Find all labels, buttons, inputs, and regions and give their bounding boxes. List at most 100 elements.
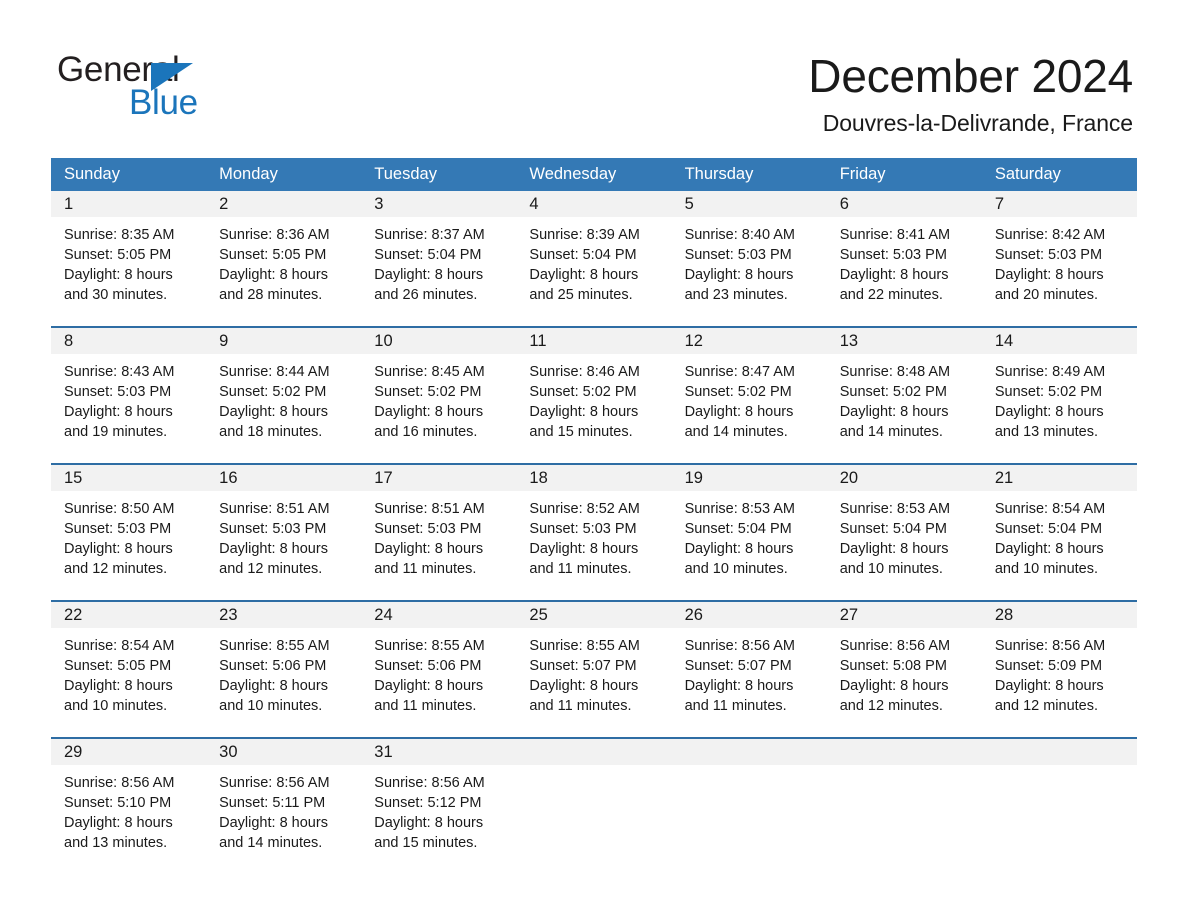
- sunset-text: Sunset: 5:02 PM: [374, 384, 482, 400]
- calendar-day-cell[interactable]: 19 Sunrise: 8:53 AM Sunset: 5:04 PM Dayligh…: [671, 465, 827, 580]
- calendar-grid: Sunday Monday Tuesday Wednesday Thursday Frid…: [51, 158, 1137, 854]
- daylight-text-line2: and 16 minutes.: [374, 424, 478, 440]
- daylight-text-line2: and 10 minutes.: [64, 698, 168, 714]
- day-details: Sunrise: 8:53 AM Sunset: 5:04 PM Daylight:…: [827, 491, 982, 580]
- calendar-day-cell[interactable]: 31 Sunrise: 8:56 AM Sunset: 5:12 PM Dayligh…: [361, 739, 517, 854]
- daylight-text-line1: Daylight: 8 hours: [219, 267, 328, 283]
- calendar-day-cell[interactable]: 1 Sunrise: 8:35 AM Sunset: 5:05 PM Daylight…: [51, 191, 207, 306]
- calendar-day-cell[interactable]: 4 Sunrise: 8:39 AM Sunset: 5:04 PM Daylight…: [516, 191, 672, 306]
- calendar-week-row: 22 Sunrise: 8:54 AM Sunset: 5:05 PM Dayligh…: [51, 600, 1137, 717]
- calendar-day-cell[interactable]: 6 Sunrise: 8:41 AM Sunset: 5:03 PM Daylight…: [826, 191, 982, 306]
- sunset-text: Sunset: 5:07 PM: [684, 658, 792, 674]
- sunrise-text: Sunrise: 8:44 AM: [219, 364, 330, 380]
- calendar-day-cell[interactable]: 5 Sunrise: 8:40 AM Sunset: 5:03 PM Daylight…: [671, 191, 827, 306]
- logo-text-blue: Blue: [129, 83, 198, 122]
- daylight-text-line2: and 26 minutes.: [374, 287, 478, 303]
- calendar-day-cell[interactable]: 29 Sunrise: 8:56 AM Sunset: 5:10 PM Dayligh…: [51, 739, 207, 854]
- day-details: Sunrise: 8:40 AM Sunset: 5:03 PM Daylight:…: [672, 217, 827, 306]
- day-of-week-header-row: Sunday Monday Tuesday Wednesday Thursday Frid…: [51, 158, 1137, 191]
- calendar-day-cell[interactable]: 21 Sunrise: 8:54 AM Sunset: 5:04 PM Dayligh…: [981, 465, 1137, 580]
- calendar-day-cell[interactable]: 9 Sunrise: 8:44 AM Sunset: 5:02 PM Daylight…: [206, 328, 362, 443]
- daylight-text-line2: and 11 minutes.: [374, 698, 477, 714]
- calendar-day-cell[interactable]: 10 Sunrise: 8:45 AM Sunset: 5:02 PM Dayligh…: [361, 328, 517, 443]
- calendar-day-cell[interactable]: 2 Sunrise: 8:36 AM Sunset: 5:05 PM Daylight…: [206, 191, 362, 306]
- daylight-text-line1: Daylight: 8 hours: [374, 541, 484, 557]
- day-details: Sunrise: 8:56 AM Sunset: 5:08 PM Daylight:…: [827, 628, 982, 717]
- daylight-text-line1: Daylight: 8 hours: [219, 678, 328, 694]
- calendar-day-cell[interactable]: 17 Sunrise: 8:51 AM Sunset: 5:03 PM Dayligh…: [361, 465, 517, 580]
- sunrise-text: Sunrise: 8:35 AM: [64, 227, 175, 243]
- calendar-day-cell[interactable]: 30 Sunrise: 8:56 AM Sunset: 5:11 PM Dayligh…: [206, 739, 362, 854]
- day-number: 3: [361, 191, 517, 217]
- day-details: Sunrise: 8:53 AM Sunset: 5:04 PM Daylight:…: [672, 491, 827, 580]
- sunrise-text: Sunrise: 8:53 AM: [684, 501, 795, 517]
- day-number: 14: [981, 328, 1137, 354]
- sunset-text: Sunset: 5:04 PM: [529, 247, 637, 263]
- daylight-text-line1: Daylight: 8 hours: [994, 404, 1104, 420]
- calendar-day-cell[interactable]: 24 Sunrise: 8:55 AM Sunset: 5:06 PM Dayligh…: [361, 602, 517, 717]
- daylight-text-line2: and 13 minutes.: [994, 424, 1099, 440]
- calendar-day-cell[interactable]: 13 Sunrise: 8:48 AM Sunset: 5:02 PM Dayligh…: [826, 328, 982, 443]
- sunrise-text: Sunrise: 8:50 AM: [64, 501, 175, 517]
- sunrise-text: Sunrise: 8:55 AM: [219, 638, 330, 654]
- day-number: 7: [981, 191, 1137, 217]
- day-number: 30: [206, 739, 362, 765]
- calendar-week-row: 1 Sunrise: 8:35 AM Sunset: 5:05 PM Daylight…: [51, 191, 1137, 306]
- day-of-week-header: Thursday: [684, 165, 754, 183]
- calendar-day-cell[interactable]: 3 Sunrise: 8:37 AM Sunset: 5:04 PM Daylight…: [361, 191, 517, 306]
- calendar-day-cell[interactable]: 25 Sunrise: 8:55 AM Sunset: 5:07 PM Dayligh…: [516, 602, 672, 717]
- day-of-week-header: Friday: [839, 165, 886, 183]
- sunrise-text: Sunrise: 8:45 AM: [374, 364, 485, 380]
- calendar-day-cell[interactable]: 7 Sunrise: 8:42 AM Sunset: 5:03 PM Daylight…: [981, 191, 1137, 306]
- calendar-day-cell[interactable]: 14 Sunrise: 8:49 AM Sunset: 5:02 PM Dayligh…: [981, 328, 1137, 443]
- day-details: [672, 765, 827, 854]
- week-spacer: [51, 580, 1137, 600]
- calendar-day-cell[interactable]: 18 Sunrise: 8:52 AM Sunset: 5:03 PM Dayligh…: [516, 465, 672, 580]
- day-details: Sunrise: 8:48 AM Sunset: 5:02 PM Daylight:…: [827, 354, 982, 443]
- day-details: Sunrise: 8:51 AM Sunset: 5:03 PM Daylight:…: [206, 491, 361, 580]
- daylight-text-line2: and 19 minutes.: [64, 424, 168, 440]
- sunrise-text: Sunrise: 8:37 AM: [374, 227, 485, 243]
- daylight-text-line1: Daylight: 8 hours: [374, 678, 484, 694]
- daylight-text-line2: and 30 minutes.: [64, 287, 168, 303]
- sunset-text: Sunset: 5:06 PM: [219, 658, 327, 674]
- calendar-day-cell[interactable]: 12 Sunrise: 8:47 AM Sunset: 5:02 PM Dayligh…: [671, 328, 827, 443]
- daylight-text-line1: Daylight: 8 hours: [839, 267, 949, 283]
- sunrise-text: Sunrise: 8:47 AM: [684, 364, 795, 380]
- sunrise-text: Sunrise: 8:54 AM: [994, 501, 1106, 517]
- calendar-day-cell[interactable]: 28 Sunrise: 8:56 AM Sunset: 5:09 PM Dayligh…: [981, 602, 1137, 717]
- sunset-text: Sunset: 5:05 PM: [219, 247, 327, 263]
- daylight-text-line1: Daylight: 8 hours: [684, 678, 794, 694]
- calendar-day-cell[interactable]: 20 Sunrise: 8:53 AM Sunset: 5:04 PM Dayligh…: [826, 465, 982, 580]
- calendar-day-cell-empty: [826, 739, 982, 854]
- week-spacer: [51, 443, 1137, 463]
- calendar-day-cell[interactable]: 8 Sunrise: 8:43 AM Sunset: 5:03 PM Daylight…: [51, 328, 207, 443]
- day-of-week-header: Monday: [219, 165, 278, 183]
- day-details: Sunrise: 8:44 AM Sunset: 5:02 PM Daylight:…: [206, 354, 361, 443]
- day-details: Sunrise: 8:54 AM Sunset: 5:04 PM Daylight:…: [982, 491, 1137, 580]
- daylight-text-line2: and 10 minutes.: [994, 561, 1099, 577]
- sunset-text: Sunset: 5:03 PM: [64, 521, 172, 537]
- sunset-text: Sunset: 5:07 PM: [529, 658, 637, 674]
- calendar-day-cell[interactable]: 27 Sunrise: 8:56 AM Sunset: 5:08 PM Dayligh…: [826, 602, 982, 717]
- calendar-weeks: 1 Sunrise: 8:35 AM Sunset: 5:05 PM Daylight…: [51, 191, 1137, 854]
- calendar-day-cell[interactable]: 11 Sunrise: 8:46 AM Sunset: 5:02 PM Dayligh…: [516, 328, 672, 443]
- calendar-day-cell[interactable]: 16 Sunrise: 8:51 AM Sunset: 5:03 PM Dayligh…: [206, 465, 362, 580]
- daylight-text-line1: Daylight: 8 hours: [684, 541, 794, 557]
- calendar-day-cell[interactable]: 15 Sunrise: 8:50 AM Sunset: 5:03 PM Dayligh…: [51, 465, 207, 580]
- day-number: 31: [361, 739, 517, 765]
- day-number: 11: [516, 328, 672, 354]
- daylight-text-line1: Daylight: 8 hours: [994, 541, 1104, 557]
- calendar-day-cell[interactable]: 26 Sunrise: 8:56 AM Sunset: 5:07 PM Dayligh…: [671, 602, 827, 717]
- calendar-day-cell[interactable]: 23 Sunrise: 8:55 AM Sunset: 5:06 PM Dayligh…: [206, 602, 362, 717]
- sunrise-text: Sunrise: 8:56 AM: [994, 638, 1106, 654]
- day-details: Sunrise: 8:54 AM Sunset: 5:05 PM Daylight:…: [51, 628, 206, 717]
- day-details: [827, 765, 982, 854]
- sunset-text: Sunset: 5:02 PM: [839, 384, 947, 400]
- calendar-day-cell[interactable]: 22 Sunrise: 8:54 AM Sunset: 5:05 PM Dayligh…: [51, 602, 207, 717]
- day-details: Sunrise: 8:35 AM Sunset: 5:05 PM Daylight:…: [51, 217, 206, 306]
- daylight-text-line2: and 15 minutes.: [529, 424, 633, 440]
- day-number: 28: [981, 602, 1137, 628]
- day-number: 29: [51, 739, 207, 765]
- daylight-text-line1: Daylight: 8 hours: [219, 404, 328, 420]
